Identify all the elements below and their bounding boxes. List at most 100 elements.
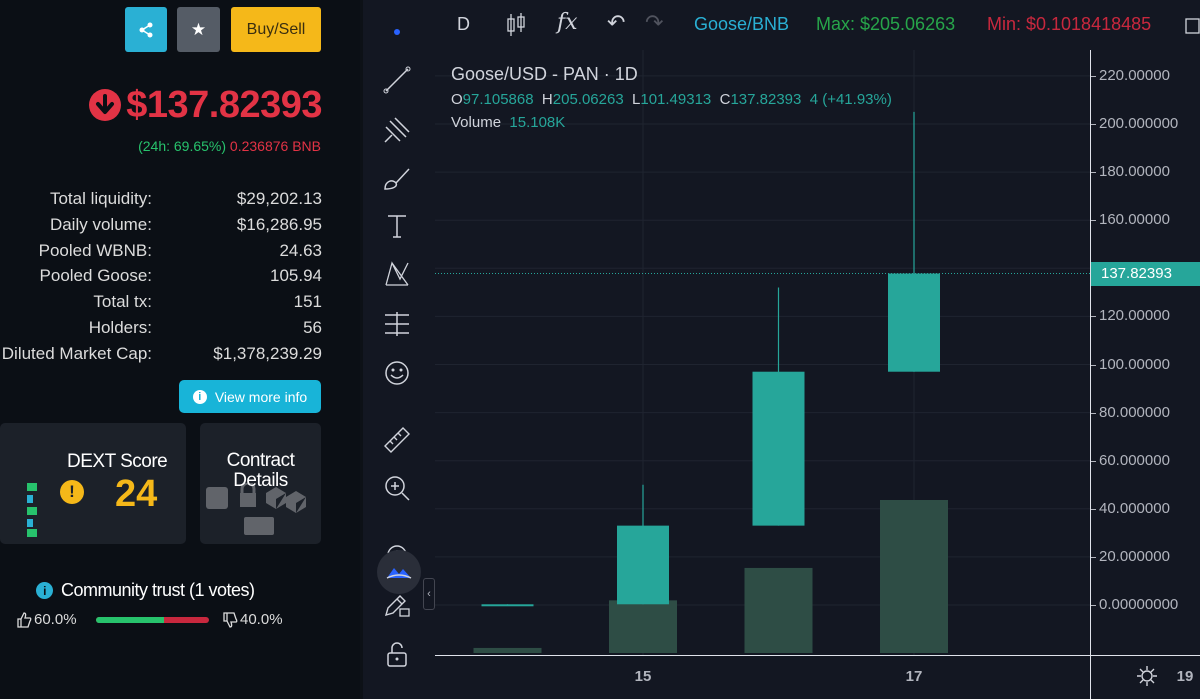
settings-icon: [1137, 666, 1157, 686]
stat-value: 56: [303, 317, 322, 337]
dext-score-value: 24: [115, 473, 158, 515]
change-bnb: 0.236876 BNB: [229, 138, 321, 154]
pitchfork-icon: [384, 117, 410, 143]
community-votes: 60.0% 40.0%: [16, 611, 306, 631]
buy-sell-button[interactable]: Buy/Sell: [231, 7, 321, 52]
token-stats: Total liquidity: $29,202.13 Daily volume:…: [0, 189, 322, 370]
stat-row: Total liquidity: $29,202.13: [0, 189, 322, 215]
view-more-info-button[interactable]: i View more info: [179, 380, 321, 413]
measure-lines-icon: [385, 312, 409, 336]
undo-icon[interactable]: ↶: [607, 10, 625, 36]
stat-row: Pooled Goose: 105.94: [0, 266, 322, 292]
share-button[interactable]: [125, 7, 167, 52]
high-value: 205.06263: [552, 91, 624, 108]
chevron-left-icon: ‹: [427, 588, 431, 600]
stat-value: $16,286.95: [236, 214, 322, 234]
contract-details-card[interactable]: Contract Details: [200, 423, 321, 544]
candles-icon[interactable]: [505, 12, 527, 38]
icons-tool[interactable]: [379, 355, 415, 391]
smiley-icon: [385, 361, 409, 385]
stat-label: Diluted Market Cap:: [1, 343, 152, 363]
price-tick: 120.00000: [1091, 307, 1170, 325]
pattern-icon: [385, 261, 409, 286]
token-info-panel: ★ Buy/Sell $137.82393 (24h: 69.65%) 0.23…: [0, 0, 360, 699]
candle-body: [752, 371, 805, 526]
pencil-lock-icon: [384, 595, 410, 617]
price-tick: 60.000000: [1091, 451, 1170, 469]
redo-icon[interactable]: ↷: [645, 10, 663, 36]
price-row: $137.82393: [86, 82, 322, 128]
high-label: H: [541, 91, 553, 108]
trend-line-tool[interactable]: [379, 62, 415, 98]
dext-score-title: DEXT Score: [67, 451, 168, 472]
time-tick: 15: [634, 668, 652, 685]
volume-bar: [880, 500, 948, 653]
collapse-toolbar-button[interactable]: ‹: [423, 578, 435, 610]
price-tick: 100.00000: [1091, 355, 1170, 373]
candlestick-chart[interactable]: Goose/USD - PAN · 1D O97.105868 H205.062…: [435, 50, 1090, 655]
unlock-icon: [387, 642, 407, 667]
text-tool[interactable]: [379, 208, 415, 244]
wave-logo-icon: [386, 568, 412, 579]
dext-score-card[interactable]: DEXT Score ! 24: [0, 423, 186, 544]
token-price: $137.82393: [126, 83, 322, 126]
price-tick: 20.000000: [1091, 547, 1170, 565]
arrow-down-circle-icon: [89, 89, 122, 121]
chart-settings[interactable]: [1090, 655, 1200, 699]
price-tick: 40.000000: [1091, 499, 1170, 517]
price-tick: 80.000000: [1091, 403, 1170, 421]
volume-line: Volume 15.108K: [451, 114, 892, 131]
expand-icon[interactable]: [1185, 18, 1200, 34]
community-trust-label: Community trust (1 votes): [61, 580, 255, 600]
candle-body: [888, 273, 940, 372]
chart-panel: D fx ↶ ↷ Goose/BNB Max: $205.06263 Min: …: [363, 0, 1200, 699]
chart-logo[interactable]: [377, 550, 421, 594]
zoom-in-icon: [385, 476, 410, 501]
cursor-tool[interactable]: [379, 14, 415, 50]
pair-symbol[interactable]: Goose/BNB: [694, 14, 789, 35]
price-change: (24h: 69.65%) 0.236876 BNB: [138, 138, 321, 154]
fib-tool[interactable]: [379, 112, 415, 148]
time-tick: 17: [905, 668, 923, 685]
low-value: 101.49313: [640, 91, 712, 108]
last-price-tag: 137.82393: [1091, 261, 1200, 286]
stat-row: Daily volume: $16,286.95: [0, 215, 322, 241]
vote-down-button[interactable]: 40.0%: [222, 611, 283, 628]
change-percent: (24h: 69.65%): [138, 138, 227, 154]
indicators-icon[interactable]: fx: [557, 10, 578, 35]
share-icon: [139, 22, 153, 37]
stat-value: 151: [293, 292, 322, 312]
prediction-tool[interactable]: [379, 306, 415, 342]
time-axis[interactable]: 15 17 19: [435, 655, 1193, 699]
dot-icon: [394, 29, 400, 35]
price-tick: 0.00000000: [1090, 596, 1179, 613]
close-value: 137.82393: [730, 91, 802, 108]
text-icon: [388, 215, 406, 238]
chart-legend: Goose/USD - PAN · 1D O97.105868 H205.062…: [451, 64, 892, 131]
ruler-tool[interactable]: [379, 422, 415, 458]
brush-tool[interactable]: [379, 160, 415, 196]
unlock-tool[interactable]: [379, 636, 415, 672]
stat-value: $29,202.13: [236, 189, 322, 208]
stat-value: 24.63: [279, 240, 322, 260]
vote-down-percent: 40.0%: [240, 611, 283, 628]
open-value: 97.105868: [462, 91, 534, 108]
favorite-button[interactable]: ★: [177, 7, 220, 52]
vote-up-button[interactable]: 60.0%: [16, 611, 77, 628]
stat-value: $1,378,239.29: [213, 343, 322, 363]
max-price: Max: $205.06263: [816, 14, 956, 34]
pattern-tool[interactable]: [379, 256, 415, 292]
stat-label: Total tx:: [93, 292, 152, 312]
trust-bar: [96, 617, 209, 623]
thumbs-up-icon: [17, 611, 32, 628]
stat-row: Holders: 56: [0, 318, 322, 344]
thumbs-down-icon: [223, 611, 238, 628]
stat-label: Total liquidity:: [49, 189, 152, 208]
chart-canvas: [435, 50, 1090, 655]
chart-title: Goose/USD - PAN · 1D: [451, 64, 638, 84]
price-tick: 160.00000: [1091, 211, 1170, 229]
zoom-tool[interactable]: [379, 470, 415, 506]
trend-line-icon: [383, 66, 411, 94]
price-axis[interactable]: 220.00000200.000000180.00000160.00000140…: [1090, 50, 1200, 655]
interval-button[interactable]: D: [457, 14, 470, 35]
